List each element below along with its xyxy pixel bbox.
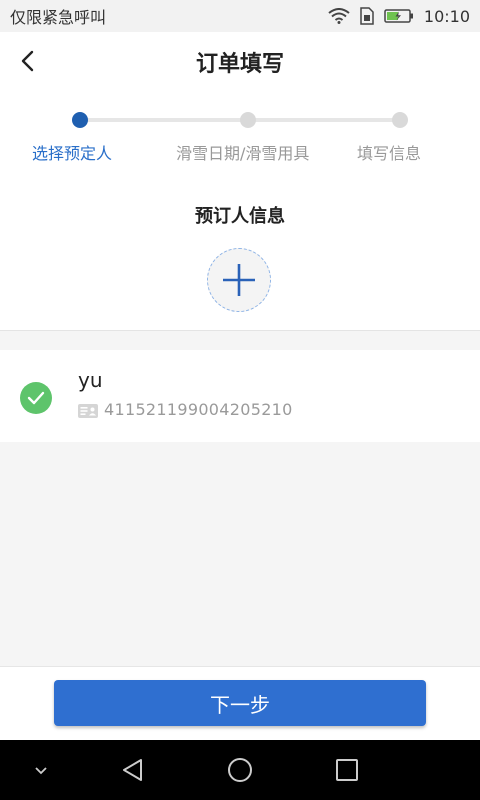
plus-icon	[223, 264, 255, 296]
id-card-icon	[78, 404, 98, 418]
header: 订单填写	[0, 32, 480, 92]
divider	[0, 330, 480, 331]
recents-square-icon	[336, 759, 358, 781]
booker-name: yu	[78, 368, 103, 392]
step-dot-3	[392, 112, 408, 128]
booker-section: 预订人信息	[0, 180, 480, 330]
step-label-date-equipment: 滑雪日期/滑雪用具	[176, 144, 310, 163]
add-booker-button[interactable]	[207, 248, 271, 312]
status-time: 10:10	[423, 6, 470, 26]
collapse-icon	[35, 767, 47, 775]
next-button[interactable]: 下一步	[54, 680, 426, 726]
checkmark-icon	[27, 391, 45, 405]
collapse-button[interactable]	[26, 755, 56, 785]
section-title: 预订人信息	[195, 206, 285, 227]
step-label-fill-info: 填写信息	[357, 144, 422, 163]
nav-home-button[interactable]	[225, 755, 255, 785]
system-nav-bar	[0, 740, 480, 800]
booker-id-number: 411521199004205210	[104, 400, 293, 419]
back-triangle-icon	[123, 759, 142, 781]
step-label-select-booker: 选择预定人	[32, 144, 113, 163]
status-text: 仅限紧急呼叫	[10, 8, 107, 27]
progress-stepper: 选择预定人 滑雪日期/滑雪用具 填写信息	[0, 92, 480, 180]
home-circle-icon	[228, 758, 252, 782]
nav-recents-button[interactable]	[332, 755, 362, 785]
status-bar: 仅限紧急呼叫 10:10	[0, 0, 480, 32]
status-icons: 10:10	[328, 7, 470, 26]
selected-check-icon[interactable]	[20, 382, 52, 414]
back-button[interactable]	[12, 46, 42, 76]
sim-icon	[360, 7, 374, 25]
nav-back-button[interactable]	[118, 755, 148, 785]
step-dot-2	[240, 112, 256, 128]
battery-charging-icon	[384, 9, 413, 23]
booker-list-item[interactable]: yu 411521199004205210	[0, 350, 480, 442]
step-dot-1	[72, 112, 88, 128]
page-title: 订单填写	[195, 52, 284, 77]
wifi-icon	[328, 8, 350, 24]
back-arrow-icon	[21, 50, 34, 72]
footer: 下一步	[0, 666, 480, 740]
